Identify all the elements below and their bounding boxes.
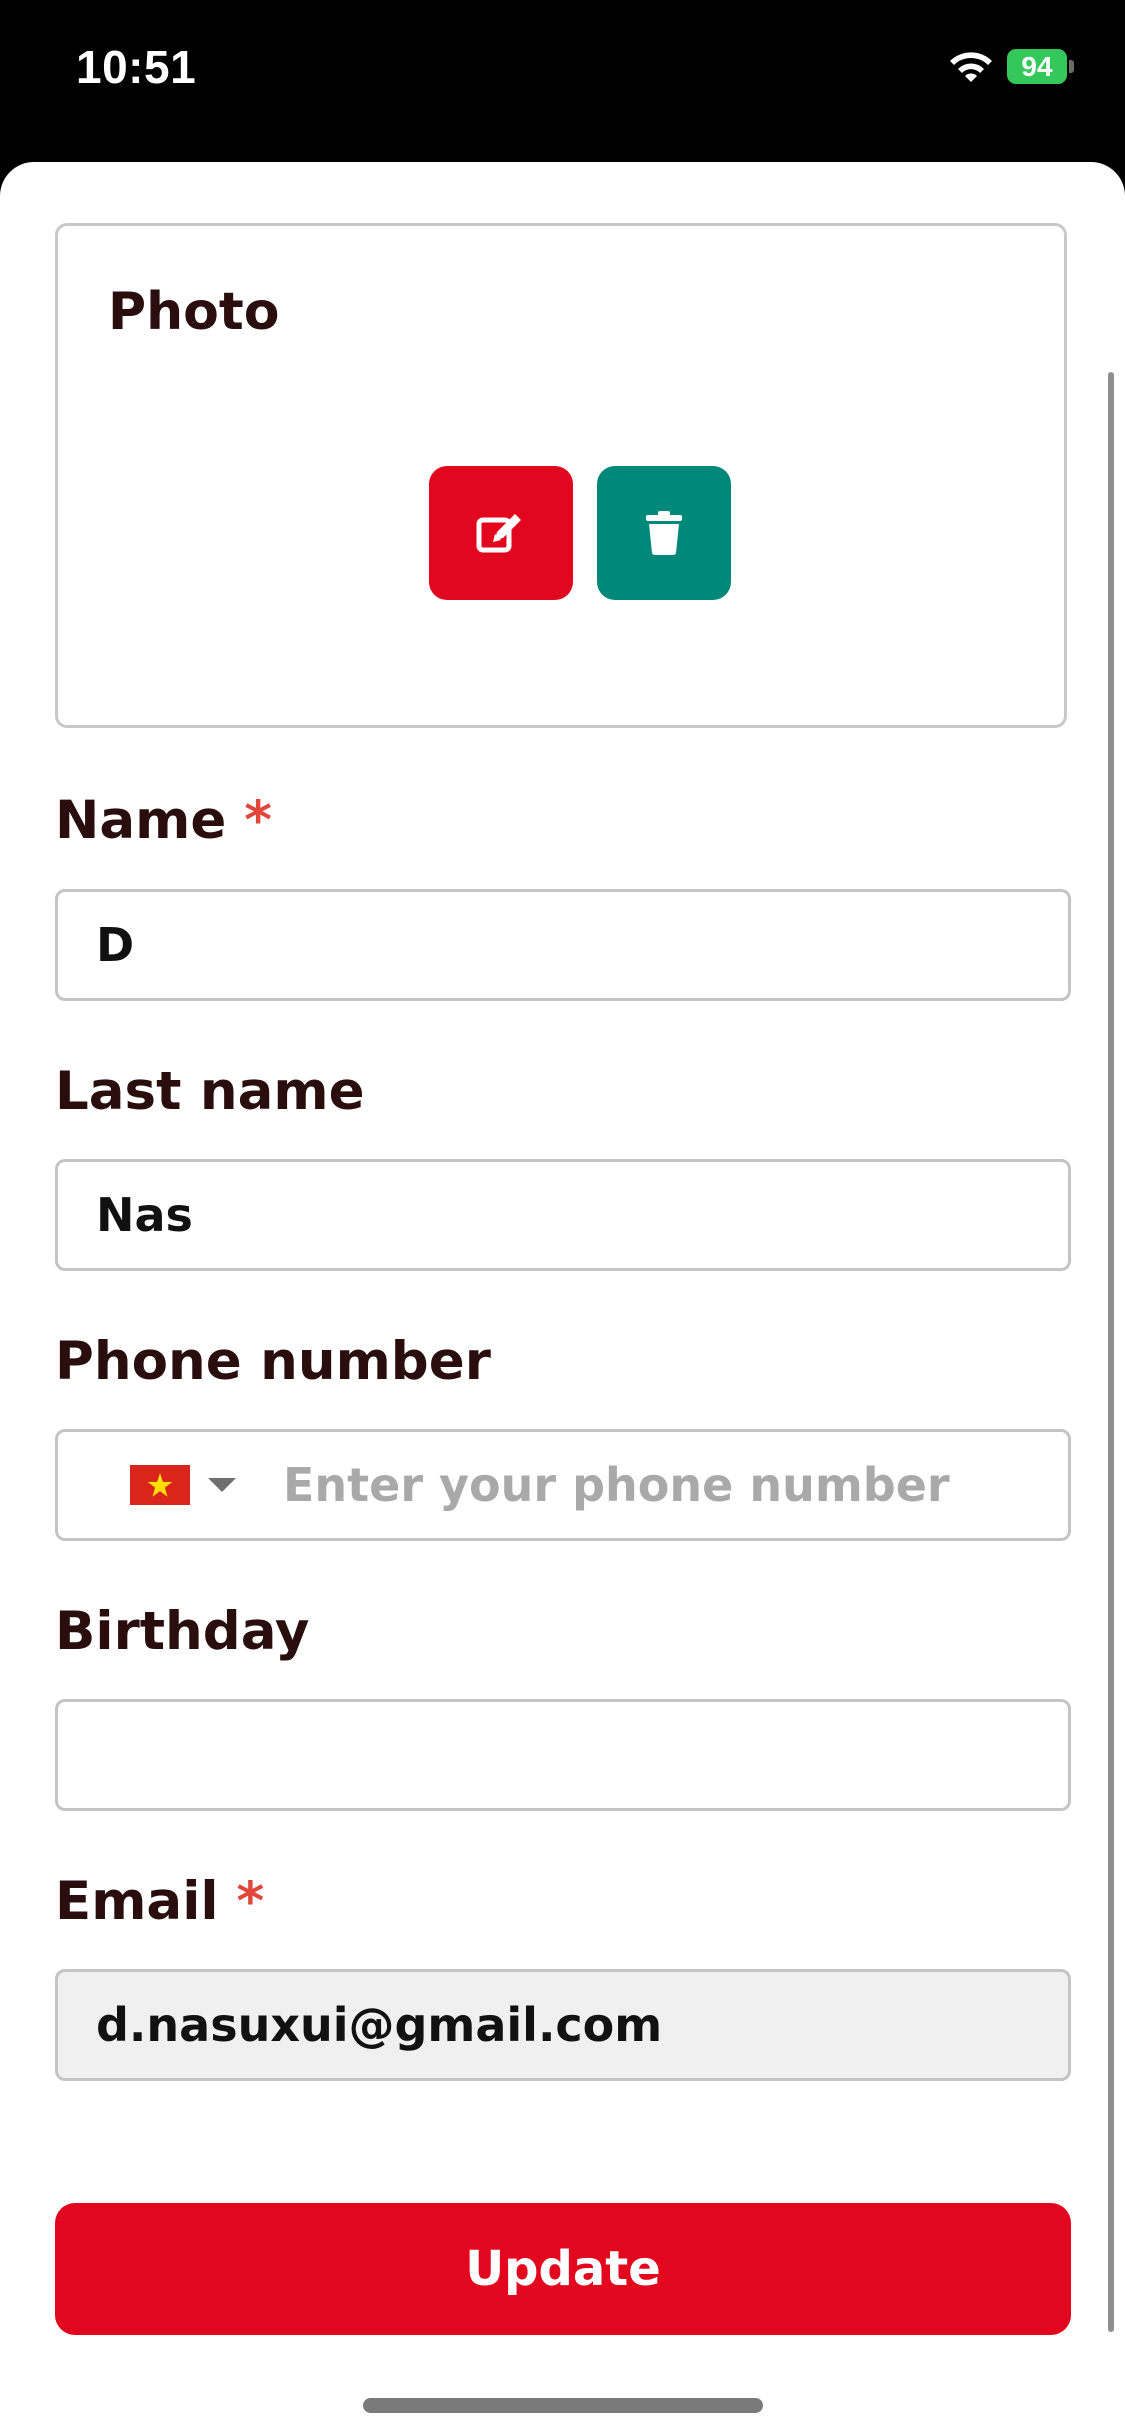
email-label: Email * [55, 1871, 264, 1932]
edit-icon [476, 514, 521, 553]
home-indicator [363, 2398, 763, 2413]
battery-level: 94 [1007, 49, 1067, 84]
edit-photo-button[interactable] [429, 466, 573, 600]
star-icon [147, 1473, 173, 1497]
trash-icon [646, 511, 682, 555]
last-name-input-value: Nas [96, 1188, 193, 1242]
scrollbar[interactable] [1108, 372, 1114, 2332]
email-input[interactable]: d.nasuxui@gmail.com [55, 1969, 1071, 2081]
chevron-down-icon[interactable] [208, 1478, 236, 1492]
status-time: 10:51 [76, 41, 197, 93]
delete-photo-button[interactable] [597, 466, 731, 600]
last-name-input[interactable]: Nas [55, 1159, 1071, 1271]
battery-charging-icon: 94 [1007, 49, 1074, 84]
required-asterisk: * [236, 1871, 265, 1932]
wifi-icon [950, 52, 992, 82]
phone-number-field: Enter your phone number [55, 1429, 1071, 1541]
name-label-text: Name [55, 790, 227, 851]
update-button[interactable]: Update [55, 2203, 1071, 2335]
name-label: Name * [55, 790, 272, 851]
vietnam-flag-icon[interactable] [130, 1465, 190, 1505]
name-input[interactable]: D [55, 889, 1071, 1001]
phone-number-input[interactable]: Enter your phone number [283, 1432, 950, 1538]
status-bar: 10:51 94 [0, 0, 1125, 162]
photo-title: Photo [108, 282, 280, 342]
email-label-text: Email [55, 1871, 219, 1932]
required-asterisk: * [244, 790, 273, 851]
phone-number-label: Phone number [55, 1331, 491, 1392]
battery-nub [1069, 60, 1074, 73]
email-input-value: d.nasuxui@gmail.com [96, 1998, 663, 2052]
photo-card: Photo [55, 223, 1067, 728]
birthday-input[interactable] [55, 1699, 1071, 1811]
last-name-label: Last name [55, 1061, 365, 1122]
name-input-value: D [96, 918, 135, 972]
birthday-label: Birthday [55, 1601, 310, 1662]
